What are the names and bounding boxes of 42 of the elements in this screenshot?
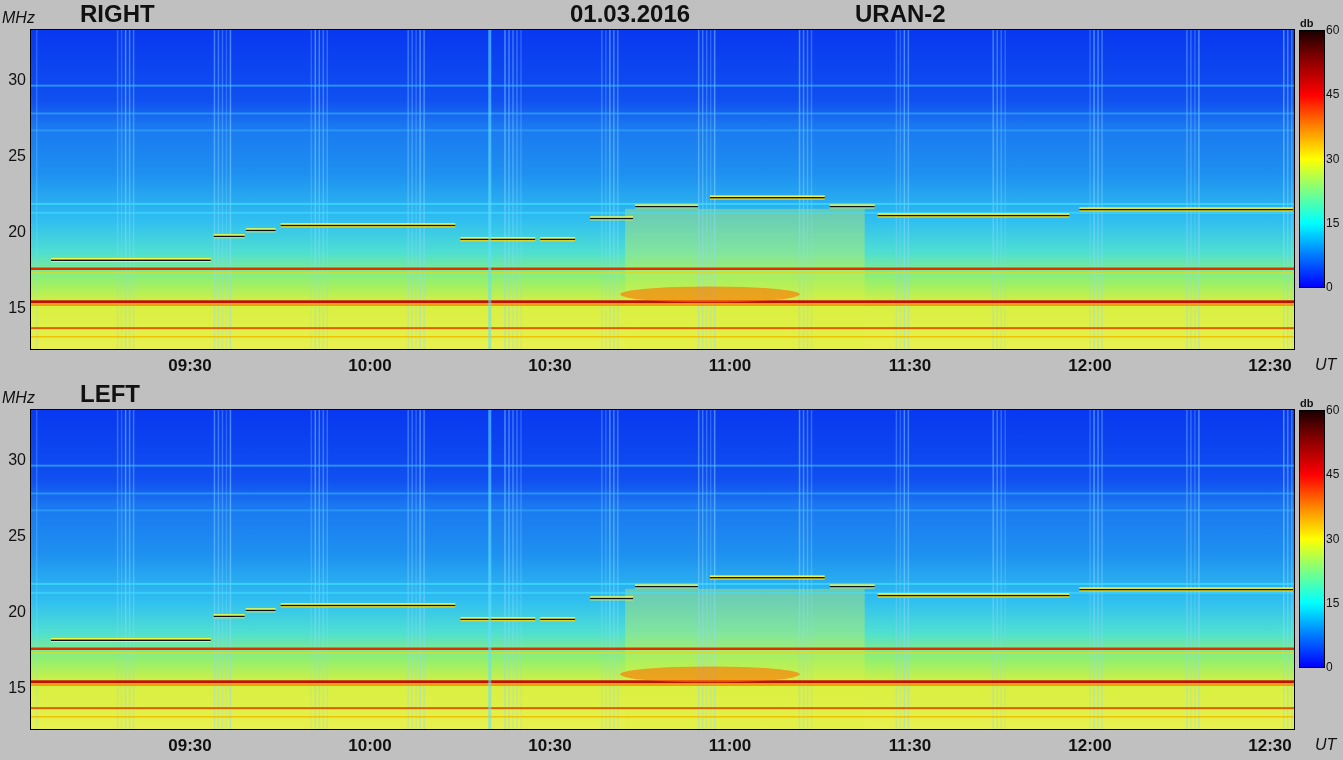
axis-tick-label: 10:00	[348, 356, 392, 376]
axis-tick-label: 09:30	[168, 736, 212, 756]
instrument-label: URAN-2	[855, 0, 946, 28]
colorbar-unit-label: db	[1300, 17, 1314, 29]
axis-tick-label: 11:30	[888, 736, 932, 756]
axis-tick-label: 25	[8, 528, 26, 544]
panel-title: RIGHT	[80, 0, 155, 28]
colorbar-tick-label: 0	[1326, 281, 1333, 293]
axis-tick-label: 11:30	[888, 356, 932, 376]
panel-title: LEFT	[80, 380, 140, 408]
axis-tick-label: 11:00	[708, 736, 752, 756]
axis-tick-label: 10:30	[528, 736, 572, 756]
axis-tick-label: 12:30	[1248, 736, 1292, 756]
colorbar-tick-label: 0	[1326, 661, 1333, 673]
axis-tick-label: 30	[8, 452, 26, 468]
axis-unit-label: MHz	[2, 9, 35, 27]
axis-tick-label: 25	[8, 148, 26, 164]
axis-tick-label: 10:00	[348, 736, 392, 756]
colorbar-tick-label: 30	[1326, 532, 1340, 545]
axis-tick-label: 12:00	[1068, 736, 1112, 756]
axis-tick-label: 20	[8, 604, 26, 620]
axis-tick-label: 12:00	[1068, 356, 1112, 376]
colorbar-tick-label: 60	[1326, 24, 1340, 36]
axis-tick-label: 11:00	[708, 356, 752, 376]
colorbar-tick-label: 15	[1326, 596, 1340, 609]
axis-tick-label: 12:30	[1248, 356, 1292, 376]
axis-tick-label: 30	[8, 72, 26, 88]
colorbar-tick-label: 15	[1326, 216, 1340, 229]
axis-tick-label: 15	[8, 680, 26, 696]
colorbar-unit-label: db	[1300, 397, 1314, 409]
axis-tick-label: 10:30	[528, 356, 572, 376]
colorbar-tick-label: 60	[1326, 404, 1340, 416]
axis-tick-label: 15	[8, 300, 26, 316]
colorbar-tick-label: 30	[1326, 152, 1340, 165]
axis-tick-label: 09:30	[168, 356, 212, 376]
axis-tick-label: 20	[8, 224, 26, 240]
colorbar-tick-label: 45	[1326, 88, 1340, 101]
axis-unit-label: UT	[1315, 736, 1337, 753]
axis-unit-label: MHz	[2, 389, 35, 407]
axis-unit-label: UT	[1315, 356, 1337, 373]
date-label: 01.03.2016	[570, 0, 691, 28]
colorbar-tick-label: 45	[1326, 468, 1340, 481]
